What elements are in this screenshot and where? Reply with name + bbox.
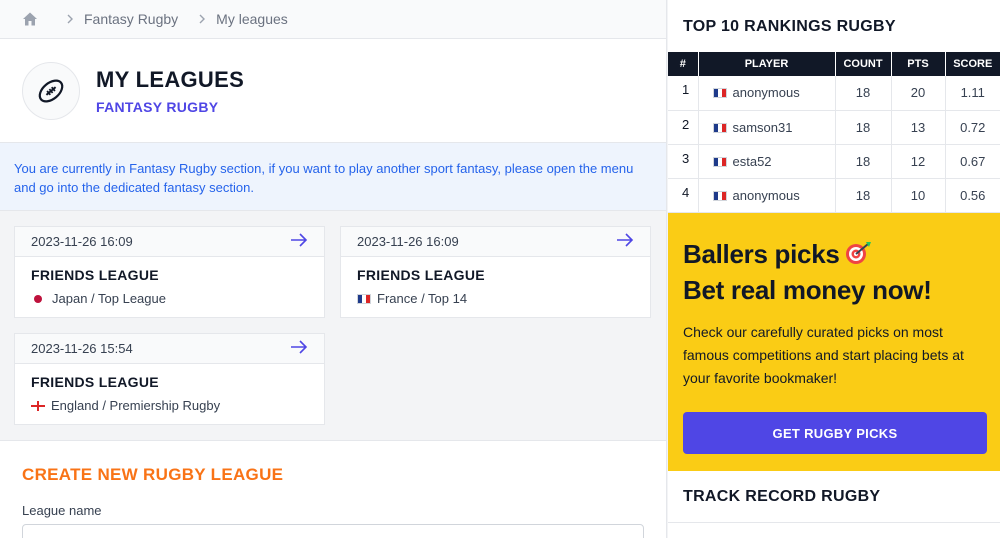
rank-position: 2 [668, 110, 699, 145]
column-header: PLAYER [698, 52, 836, 76]
chevron-right-icon [66, 14, 74, 24]
divider [668, 522, 1000, 523]
england-flag-icon [31, 400, 45, 411]
page-header: MY LEAGUES FANTASY RUGBY [0, 39, 666, 143]
france-flag-icon [712, 190, 727, 201]
picks-promo: Ballers picks Bet real money now! Check … [668, 213, 1000, 471]
page-title: MY LEAGUES [96, 66, 245, 92]
table-row: 3 esta52 18 12 0.67 [668, 144, 1000, 179]
league-name-label: League name [22, 503, 102, 518]
page-subtitle: FANTASY RUGBY [96, 98, 219, 115]
table-row: 4 anonymous 18 10 0.56 [668, 178, 1000, 213]
column-header: COUNT [835, 52, 892, 76]
column-header: PTS [891, 52, 946, 76]
breadcrumb-item-my-leagues: My leagues [216, 11, 288, 27]
japan-flag-icon [34, 294, 42, 303]
target-icon [844, 239, 872, 273]
home-icon[interactable] [22, 10, 40, 28]
player-score: 0.72 [945, 110, 1000, 145]
league-date: 2023-11-26 16:09 [31, 234, 133, 249]
arrow-right-icon[interactable] [290, 340, 308, 357]
player-points: 20 [891, 76, 946, 111]
player-points: 10 [891, 178, 946, 213]
promo-text: Check our carefully curated picks on mos… [683, 324, 964, 387]
player-count: 18 [835, 144, 892, 179]
player-count: 18 [835, 76, 892, 111]
column-header: SCORE [945, 52, 1000, 76]
create-league-title: CREATE NEW RUGBY LEAGUE [22, 465, 284, 484]
league-name: FRIENDS LEAGUE [357, 267, 485, 283]
player-count: 18 [835, 178, 892, 213]
rank-position: 3 [668, 144, 699, 179]
main-column: Fantasy Rugby My leagues MY LEAGUES FANT… [0, 0, 667, 538]
rankings-table: # PLAYER COUNT PTS SCORE 1 anonymous 18 … [668, 52, 1000, 213]
promo-line-1: Ballers picks [683, 239, 840, 269]
league-competition: France / Top 14 [377, 291, 468, 306]
rugby-ball-icon [22, 61, 80, 120]
france-flag-icon [712, 88, 727, 99]
france-flag-icon [357, 293, 371, 304]
player-name[interactable]: esta52 [733, 154, 772, 169]
player-name[interactable]: anonymous [733, 85, 800, 100]
player-points: 12 [891, 144, 946, 179]
create-league-section: CREATE NEW RUGBY LEAGUE League name [0, 440, 666, 538]
get-rugby-picks-button[interactable]: GET RUGBY PICKS [683, 412, 987, 455]
league-competition: Japan / Top League [52, 291, 166, 306]
rankings-title: TOP 10 RANKINGS RUGBY [683, 18, 896, 35]
sidebar: TOP 10 RANKINGS RUGBY # PLAYER COUNT PTS… [668, 0, 1000, 538]
league-card[interactable]: 2023-11-26 15:54 FRIENDS LEAGUE England … [14, 333, 325, 425]
player-score: 1.11 [945, 76, 1000, 111]
france-flag-icon [712, 122, 727, 133]
player-name[interactable]: samson31 [733, 120, 793, 135]
league-name-input[interactable] [22, 524, 644, 538]
player-score: 0.56 [945, 178, 1000, 213]
section-notice: You are currently in Fantasy Rugby secti… [0, 143, 666, 211]
league-competition: England / Premiership Rugby [51, 398, 221, 413]
arrow-right-icon[interactable] [290, 233, 308, 250]
league-name: FRIENDS LEAGUE [31, 267, 159, 283]
breadcrumb-item-fantasy-rugby[interactable]: Fantasy Rugby [84, 11, 178, 27]
league-date: 2023-11-26 15:54 [31, 341, 133, 356]
player-points: 13 [891, 110, 946, 145]
arrow-right-icon[interactable] [616, 233, 634, 250]
league-name: FRIENDS LEAGUE [31, 374, 159, 390]
chevron-right-icon [198, 14, 206, 24]
breadcrumb: Fantasy Rugby My leagues [0, 0, 666, 39]
rank-position: 1 [668, 76, 699, 111]
column-header: # [668, 52, 699, 76]
player-count: 18 [835, 110, 892, 145]
league-date: 2023-11-26 16:09 [357, 234, 459, 249]
promo-headline: Ballers picks Bet real money now! [683, 237, 986, 307]
player-name[interactable]: anonymous [733, 188, 800, 203]
track-record-title: TRACK RECORD RUGBY [668, 471, 1000, 538]
promo-line-2: Bet real money now! [683, 275, 932, 306]
rank-position: 4 [668, 178, 699, 213]
table-row: 2 samson31 18 13 0.72 [668, 110, 1000, 145]
table-row: 1 anonymous 18 20 1.11 [668, 76, 1000, 111]
league-list: 2023-11-26 16:09 FRIENDS LEAGUE Japan / … [0, 211, 666, 440]
league-card[interactable]: 2023-11-26 16:09 FRIENDS LEAGUE Japan / … [14, 226, 325, 318]
league-card[interactable]: 2023-11-26 16:09 FRIENDS LEAGUE France /… [340, 226, 651, 318]
france-flag-icon [712, 156, 727, 167]
player-score: 0.67 [945, 144, 1000, 179]
